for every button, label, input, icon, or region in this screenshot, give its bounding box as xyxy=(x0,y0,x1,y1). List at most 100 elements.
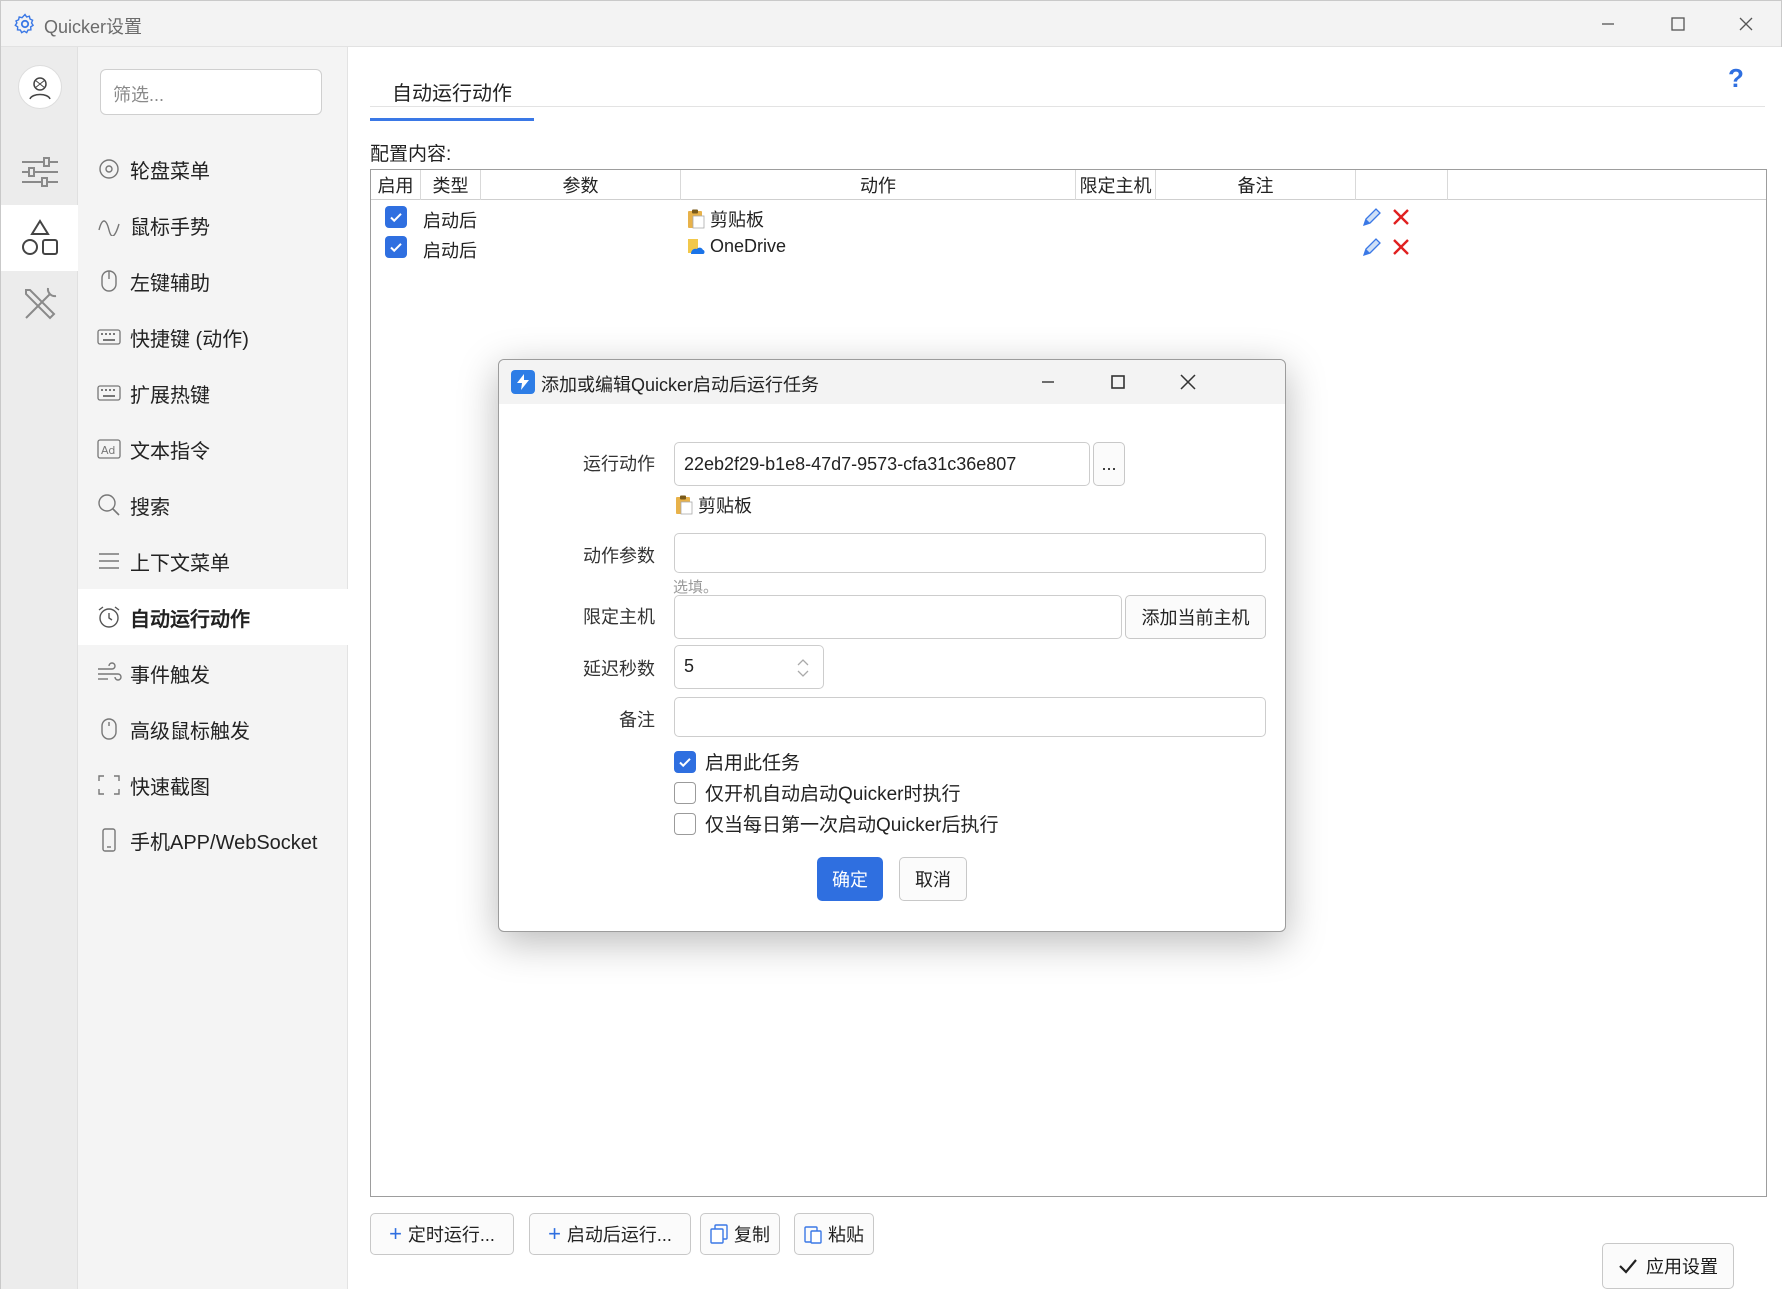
nav-item-label: 搜索 xyxy=(130,496,170,519)
checkbox-label: 仅当每日第一次启动Quicker后执行 xyxy=(705,815,999,836)
delete-icon[interactable] xyxy=(1391,207,1411,227)
minimize-button[interactable] xyxy=(1573,1,1643,47)
copy-icon xyxy=(710,1224,728,1244)
checkbox-box xyxy=(674,812,696,835)
checkbox-box xyxy=(674,750,696,773)
enable-checkbox[interactable] xyxy=(385,236,407,258)
column-header[interactable]: 参数 xyxy=(481,170,681,200)
ok-button[interactable]: 确定 xyxy=(817,857,883,901)
boot-only-checkbox[interactable]: 仅开机自动启动Quicker时执行 xyxy=(674,779,960,806)
screenshot-icon xyxy=(96,772,122,798)
config-label: 配置内容: xyxy=(370,144,452,165)
add-after-start-button[interactable]: + 启动后运行... xyxy=(529,1213,691,1255)
nav-item-label: 快捷键 (动作) xyxy=(130,328,249,351)
nav-item-event-triggers[interactable]: 事件触发 xyxy=(78,645,348,701)
note-input[interactable] xyxy=(674,697,1266,737)
edit-icon[interactable] xyxy=(1361,206,1383,228)
delay-stepper[interactable]: 5 xyxy=(674,645,824,689)
first-daily-start-checkbox[interactable]: 仅当每日第一次启动Quicker后执行 xyxy=(674,810,998,837)
action-name: OneDrive xyxy=(710,236,787,256)
paste-button[interactable]: 粘贴 xyxy=(794,1213,874,1255)
close-icon xyxy=(1739,17,1753,31)
edit-icon[interactable] xyxy=(1361,236,1383,258)
add-current-host-button[interactable]: 添加当前主机 xyxy=(1125,595,1266,639)
action-params-input[interactable] xyxy=(674,533,1266,573)
quicker-bolt-icon xyxy=(511,370,535,394)
checkbox-box xyxy=(674,781,696,804)
nav-item-label: 事件触发 xyxy=(130,664,210,687)
minimize-icon xyxy=(1042,381,1054,383)
title-bar: Quicker设置 xyxy=(1,1,1781,47)
tools-icon[interactable] xyxy=(1,271,78,337)
action-name: 剪贴板 xyxy=(710,210,764,230)
icon-rail xyxy=(1,47,78,1289)
nav-item-mobile-app[interactable]: 手机APP/WebSocket xyxy=(78,812,348,868)
column-header[interactable]: 类型 xyxy=(421,170,481,200)
delete-icon[interactable] xyxy=(1391,237,1411,257)
alarm-icon xyxy=(96,604,122,630)
run-action-label: 运行动作 xyxy=(583,454,655,474)
nav-item-text-commands[interactable]: Ad 文本指令 xyxy=(78,421,348,477)
nav-item-quick-screenshot[interactable]: 快速截图 xyxy=(78,757,348,813)
table-row[interactable]: 启动后 OneDrive xyxy=(371,232,1766,264)
sliders-icon[interactable] xyxy=(1,139,78,205)
nav-panel: 筛选... 轮盘菜单 鼠标手势 左键辅助 快捷键 (动作) 扩展热键 Ad 文本… xyxy=(78,47,348,1289)
nav-item-auto-run[interactable]: 自动运行动作 xyxy=(78,589,348,645)
button-label: 定时运行... xyxy=(407,1225,495,1245)
run-action-input[interactable]: 22eb2f29-b1e8-47d7-9573-cfa31c36e807 xyxy=(674,442,1090,486)
close-button[interactable] xyxy=(1711,1,1781,47)
help-icon[interactable]: ? xyxy=(1728,63,1744,94)
nav-item-wheel-menu[interactable]: 轮盘菜单 xyxy=(78,141,348,197)
column-header[interactable]: 启用 xyxy=(371,170,421,200)
cancel-button[interactable]: 取消 xyxy=(899,857,967,901)
nav-item-extended-hotkeys[interactable]: 扩展热键 xyxy=(78,365,348,421)
optional-hint: 选填。 xyxy=(673,579,719,596)
delay-value: 5 xyxy=(684,656,695,676)
copy-button[interactable]: 复制 xyxy=(700,1213,780,1255)
check-icon xyxy=(390,213,402,223)
avatar[interactable] xyxy=(18,65,62,109)
column-header[interactable]: 动作 xyxy=(681,170,1076,200)
nav-item-advanced-mouse-triggers[interactable]: 高级鼠标触发 xyxy=(78,701,348,757)
dialog-minimize-button[interactable] xyxy=(1017,360,1079,404)
maximize-icon xyxy=(1671,17,1685,31)
plus-icon: + xyxy=(548,1221,561,1246)
dialog-title-bar: 添加或编辑Quicker启动后运行任务 xyxy=(499,360,1285,404)
dialog-title: 添加或编辑Quicker启动后运行任务 xyxy=(541,375,820,395)
note-label: 备注 xyxy=(619,710,655,730)
selected-action: 剪贴板 xyxy=(675,492,752,518)
action-cell: 剪贴板 xyxy=(687,206,764,232)
check-icon xyxy=(679,757,691,767)
window-title: Quicker设置 xyxy=(44,17,143,37)
stepper-arrows-icon[interactable] xyxy=(795,657,811,679)
nav-item-shortcut-actions[interactable]: 快捷键 (动作) xyxy=(78,309,348,365)
table-row[interactable]: 启动后 剪贴板 xyxy=(371,202,1766,234)
filter-input[interactable]: 筛选... xyxy=(100,69,322,115)
enable-task-checkbox[interactable]: 启用此任务 xyxy=(674,748,800,775)
shapes-icon[interactable] xyxy=(1,205,78,271)
nav-item-search[interactable]: 搜索 xyxy=(78,477,348,533)
action-params-label: 动作参数 xyxy=(583,546,655,566)
dialog-close-button[interactable] xyxy=(1157,360,1219,404)
nav-item-context-menu[interactable]: 上下文菜单 xyxy=(78,533,348,589)
host-input[interactable] xyxy=(674,595,1122,639)
enable-checkbox[interactable] xyxy=(385,206,407,228)
add-timed-run-button[interactable]: + 定时运行... xyxy=(370,1213,514,1255)
browse-action-button[interactable]: ... xyxy=(1093,442,1125,486)
nav-item-label: 上下文菜单 xyxy=(130,552,230,575)
type-cell: 启动后 xyxy=(423,241,477,261)
column-header[interactable]: 备注 xyxy=(1156,170,1356,200)
clipboard-icon xyxy=(688,209,705,229)
column-header[interactable]: 限定主机 xyxy=(1076,170,1156,200)
svg-text:Ad: Ad xyxy=(101,444,115,457)
maximize-button[interactable] xyxy=(1643,1,1713,47)
nav-item-label: 快速截图 xyxy=(130,776,210,799)
maximize-icon xyxy=(1111,375,1125,389)
tab-auto-run[interactable]: 自动运行动作 xyxy=(370,67,534,121)
clipboard-icon xyxy=(676,495,693,515)
nav-item-left-click-assist[interactable]: 左键辅助 xyxy=(78,253,348,309)
nav-item-mouse-gesture[interactable]: 鼠标手势 xyxy=(78,197,348,253)
apply-settings-button[interactable]: 应用设置 xyxy=(1602,1243,1734,1289)
dialog-maximize-button[interactable] xyxy=(1087,360,1149,404)
nav-item-label: 鼠标手势 xyxy=(130,216,210,239)
